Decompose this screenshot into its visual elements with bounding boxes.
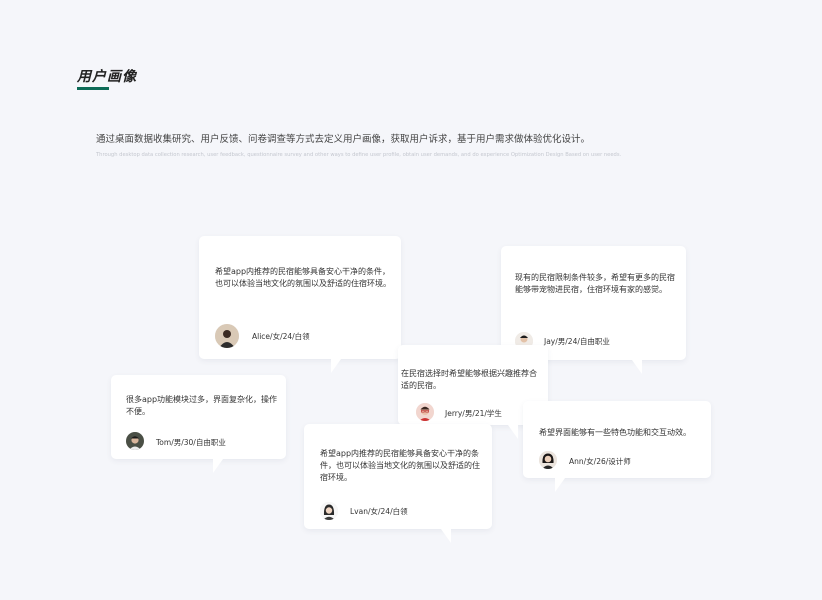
persona-card-tom: 很多app功能模块过多，界面复杂化，操作不便。 Tom/男/30/自由职业 bbox=[111, 375, 286, 473]
persona-quote: 在民宿选择时希望能够根据兴趣推荐合适的民宿。 bbox=[401, 369, 537, 390]
persona-quote: 希望app内推荐的民宿能够具备安心干净的条件，也可以体验当地文化的氛围以及舒适的… bbox=[215, 267, 391, 288]
speech-tail bbox=[213, 459, 223, 473]
page-title: 用户画像 bbox=[77, 69, 137, 85]
description-cn: 通过桌面数据收集研究、用户反馈、问卷调查等方式去定义用户画像，获取用户诉求，基于… bbox=[96, 134, 591, 145]
female-avatar-icon bbox=[215, 324, 239, 348]
female-avatar-icon bbox=[320, 502, 338, 520]
persona-quote: 希望界面能够有一些特色功能和交互动效。 bbox=[539, 428, 691, 437]
female-avatar-icon bbox=[539, 451, 557, 469]
persona-card-ann: 希望界面能够有一些特色功能和交互动效。 Ann/女/26/设计师 bbox=[523, 401, 711, 492]
persona-card-lvan: 希望app内推荐的民宿能够具备安心干净的条件，也可以体验当地文化的氛围以及舒适的… bbox=[304, 424, 492, 543]
description-en: Through desktop data collection research… bbox=[96, 152, 622, 158]
persona-card-jay: 现有的民宿限制条件较多，希望有更多的民宿能够带宠物进民宿，住宿环境有家的感觉。 … bbox=[501, 246, 686, 374]
speech-tail bbox=[441, 529, 451, 543]
speech-tail bbox=[508, 425, 518, 439]
persona-user: Lvan/女/24/白领 bbox=[350, 507, 408, 516]
male-avatar-icon bbox=[126, 432, 144, 450]
persona-quote: 很多app功能模块过多，界面复杂化，操作不便。 bbox=[126, 395, 278, 416]
speech-tail bbox=[555, 478, 565, 492]
male-avatar-icon bbox=[416, 403, 434, 421]
persona-user: Jerry/男/21/学生 bbox=[445, 409, 502, 418]
persona-user: Alice/女/24/白领 bbox=[252, 332, 310, 341]
speech-tail bbox=[331, 359, 341, 373]
persona-card-alice: 希望app内推荐的民宿能够具备安心干净的条件，也可以体验当地文化的氛围以及舒适的… bbox=[199, 236, 401, 373]
persona-user: Tom/男/30/自由职业 bbox=[156, 438, 226, 447]
persona-user: Ann/女/26/设计师 bbox=[569, 457, 631, 466]
persona-user: Jay/男/24/自由职业 bbox=[544, 337, 610, 346]
title-underline bbox=[77, 87, 109, 90]
persona-quote: 希望app内推荐的民宿能够具备安心干净的条件，也可以体验当地文化的氛围以及舒适的… bbox=[320, 449, 480, 482]
speech-tail bbox=[632, 360, 642, 374]
persona-quote: 现有的民宿限制条件较多，希望有更多的民宿能够带宠物进民宿，住宿环境有家的感觉。 bbox=[515, 273, 675, 294]
